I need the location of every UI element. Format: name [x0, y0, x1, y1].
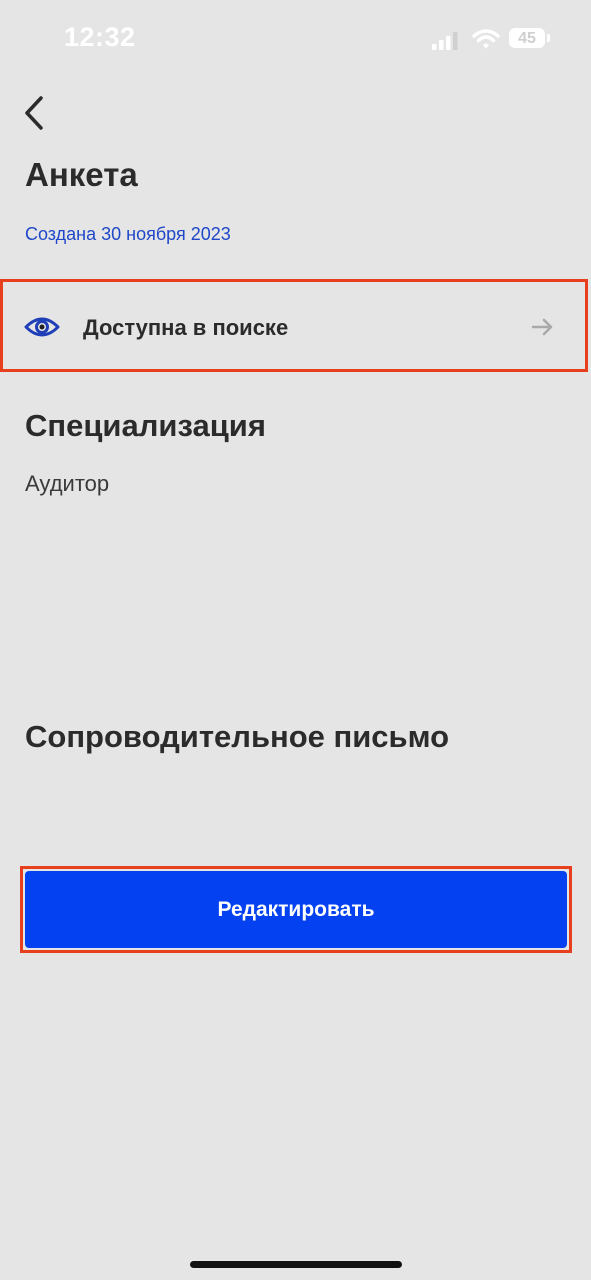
page-title: Анкета: [25, 156, 138, 193]
back-button[interactable]: [18, 92, 58, 136]
eye-icon: [24, 317, 60, 337]
edit-button[interactable]: Редактировать: [25, 871, 567, 948]
search-visibility-row[interactable]: Доступна в поиске: [0, 279, 588, 372]
status-time: 12:32: [64, 22, 136, 52]
battery-level: 45: [509, 28, 545, 48]
wifi-icon: [472, 29, 500, 49]
arrow-right-icon: [531, 318, 553, 336]
search-visibility-label: Доступна в поиске: [83, 315, 289, 340]
status-bar: 12:32 45: [0, 0, 591, 80]
created-date: Создана 30 ноября 2023: [25, 224, 231, 244]
chevron-left-icon: [25, 96, 43, 130]
battery-icon: 45: [509, 28, 551, 50]
home-indicator[interactable]: [190, 1261, 402, 1268]
specialization-title: Специализация: [25, 408, 266, 443]
specialization-value: Аудитор: [25, 471, 110, 496]
battery-tip: [547, 34, 550, 42]
cover-letter-title: Сопроводительное письмо: [25, 719, 450, 754]
signal-icon: [432, 32, 458, 50]
